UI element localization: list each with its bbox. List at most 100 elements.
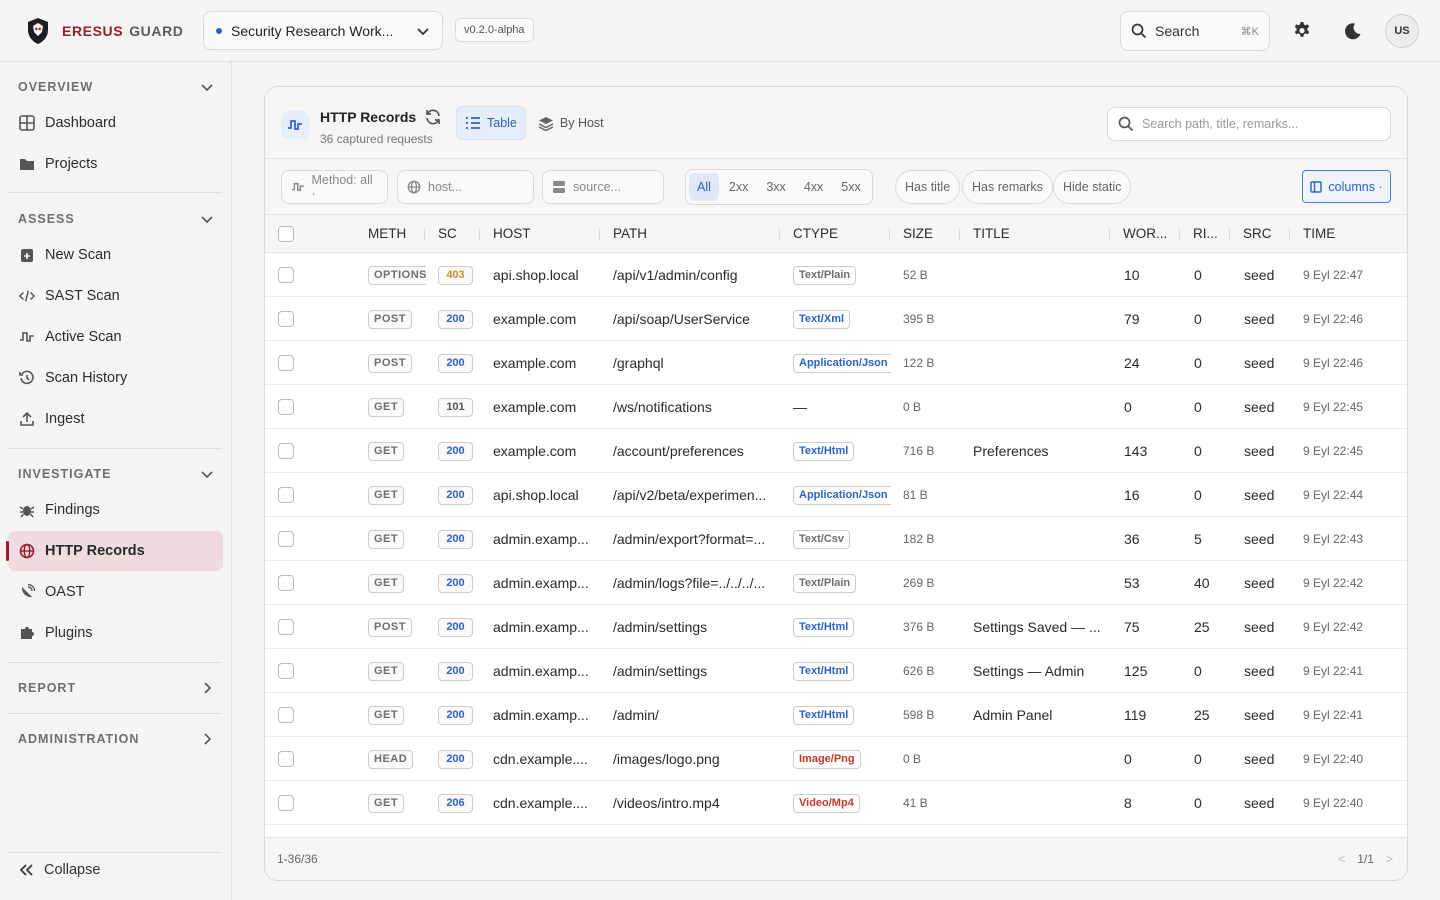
next-page-button[interactable]: > [1386, 852, 1393, 866]
status-4xx-button[interactable]: 4xx [796, 173, 831, 201]
row-checkbox[interactable] [278, 781, 294, 825]
column-source[interactable]: SRC [1243, 215, 1272, 253]
title-cell [973, 385, 1103, 429]
column-ctype[interactable]: CTYPE [793, 215, 838, 253]
host-cell: example.com [493, 355, 577, 371]
row-checkbox[interactable] [278, 561, 294, 605]
sidebar-item-findings[interactable]: Findings [8, 490, 223, 530]
sidebar-item-http-records[interactable]: HTTP Records [6, 531, 223, 571]
row-checkbox[interactable] [278, 473, 294, 517]
host-filter-input[interactable]: host... [397, 170, 534, 204]
method-cell: GET [368, 781, 426, 825]
row-checkbox[interactable] [278, 429, 294, 473]
table-row[interactable]: GET 200 api.shop.local/api/v2/beta/experim… [265, 473, 1407, 517]
sidebar-item-new-scan[interactable]: New Scan [8, 235, 223, 275]
path-cell: /admin/logs?file=../../../... [613, 575, 766, 591]
host-cell: api.shop.local [493, 487, 579, 503]
row-checkbox[interactable] [278, 297, 294, 341]
refresh-icon[interactable] [424, 108, 442, 126]
words-cell: 53 [1124, 575, 1140, 591]
sidebar-item-dashboard[interactable]: Dashboard [8, 103, 223, 143]
table-row[interactable]: GET 101 example.com/ws/notifications — 0 B 0 0… [265, 385, 1407, 429]
table-row[interactable]: GET 200 example.com/account/preferences Tex… [265, 429, 1407, 473]
column-size[interactable]: SIZE [903, 215, 933, 253]
table-row[interactable]: POST 200 admin.examp... /admin/settings Text… [265, 605, 1407, 649]
section-assess[interactable]: ASSESS [18, 212, 214, 226]
section-investigate[interactable]: INVESTIGATE [18, 467, 214, 481]
column-time[interactable]: TIME [1303, 215, 1335, 253]
shield-logo-icon [28, 18, 48, 44]
status-badge: 200 [438, 309, 473, 329]
settings-button[interactable] [1286, 15, 1318, 47]
table-row[interactable]: GET 200 admin.examp... /admin/logs?file=../… [265, 561, 1407, 605]
section-report[interactable]: REPORT [18, 681, 214, 695]
records-table-body: OPTIONS 403 api.shop.local/api/v1/admin/co… [265, 253, 1407, 839]
table-row[interactable]: OPTIONS 403 api.shop.local/api/v1/admin/co… [265, 253, 1407, 297]
time-cell: 9 Eyl 22:45 [1303, 444, 1364, 458]
source-cell: seed [1244, 267, 1275, 283]
sidebar-item-projects[interactable]: Projects [8, 144, 223, 184]
column-words[interactable]: WOR... [1123, 215, 1167, 253]
user-avatar[interactable]: US [1385, 14, 1419, 48]
table-row[interactable]: GET 200 admin.examp... /admin/Text/Html 598 … [265, 693, 1407, 737]
columns-button[interactable]: columns · [1302, 170, 1391, 203]
row-checkbox[interactable] [278, 517, 294, 561]
sidebar-item-active-scan[interactable]: Active Scan [8, 317, 223, 357]
row-checkbox[interactable] [278, 253, 294, 297]
table-row[interactable]: POST 200 example.com/api/soap/UserService T… [265, 297, 1407, 341]
table-row[interactable]: GET 206 cdn.example.... /videos/intro.mp4 Vi… [265, 781, 1407, 825]
collapse-sidebar-button[interactable]: Collapse [18, 862, 100, 878]
select-all-checkbox[interactable] [278, 226, 294, 242]
column-host[interactable]: HOST [493, 215, 531, 253]
sidebar-item-oast[interactable]: OAST [8, 572, 223, 612]
table-row[interactable]: GET 200 admin.examp... /admin/export?format… [265, 517, 1407, 561]
ctype-cell: Text/Html [793, 429, 891, 473]
column-method[interactable]: METH [368, 215, 406, 253]
source-filter-input[interactable]: source... [542, 170, 664, 204]
tab-table[interactable]: Table [456, 106, 526, 140]
words-cell: 36 [1124, 531, 1140, 547]
prev-page-button[interactable]: < [1338, 852, 1345, 866]
status-3xx-button[interactable]: 3xx [758, 173, 793, 201]
table-row[interactable]: POST 200 example.com/graphql Application/Js… [265, 341, 1407, 385]
row-checkbox[interactable] [278, 341, 294, 385]
workspace-status-dot [216, 27, 222, 34]
global-search-button[interactable]: Search ⌘K [1120, 11, 1270, 51]
method-filter[interactable]: Method: all · [281, 170, 388, 204]
table-row[interactable]: GET 200 admin.examp... /admin/settings Text/… [265, 649, 1407, 693]
row-checkbox[interactable] [278, 605, 294, 649]
row-checkbox[interactable] [278, 693, 294, 737]
brand[interactable]: ERESUS GUARD [26, 17, 184, 45]
column-divider [889, 228, 890, 240]
section-administration[interactable]: ADMINISTRATION [18, 732, 214, 746]
record-range: 1-36/36 [277, 852, 318, 866]
row-checkbox[interactable] [278, 385, 294, 429]
section-overview[interactable]: OVERVIEW [18, 80, 214, 94]
host-cell: admin.examp... [493, 707, 589, 723]
status-2xx-button[interactable]: 2xx [721, 173, 756, 201]
has-title-toggle[interactable]: Has title [895, 170, 961, 204]
ctype-cell: Text/Xml [793, 297, 891, 341]
workspace-selector[interactable]: Security Research Work... [203, 11, 443, 50]
sidebar-divider [8, 448, 222, 449]
column-title[interactable]: TITLE [973, 215, 1010, 253]
sidebar-item-sast-scan[interactable]: SAST Scan [8, 276, 223, 316]
column-path[interactable]: PATH [613, 215, 647, 253]
sidebar-item-ingest[interactable]: Ingest [8, 399, 223, 439]
status-5xx-button[interactable]: 5xx [833, 173, 868, 201]
sidebar-item-plugins[interactable]: Plugins [8, 613, 223, 653]
words-cell: 143 [1124, 443, 1148, 459]
sidebar-item-scan-history[interactable]: Scan History [8, 358, 223, 398]
row-checkbox[interactable] [278, 649, 294, 693]
status-all-button[interactable]: All [689, 173, 719, 201]
column-status[interactable]: SC [438, 215, 457, 253]
hide-static-toggle[interactable]: Hide static [1053, 170, 1132, 204]
records-search-input[interactable]: Search path, title, remarks... [1107, 107, 1391, 141]
has-remarks-toggle[interactable]: Has remarks [962, 170, 1053, 204]
table-row[interactable]: HEAD 200 cdn.example.... /images/logo.png Im… [265, 737, 1407, 781]
theme-toggle[interactable] [1337, 15, 1369, 47]
column-risk[interactable]: RI... [1193, 215, 1218, 253]
row-checkbox[interactable] [278, 737, 294, 781]
status-badge: 200 [438, 485, 473, 505]
tab-by-host[interactable]: By Host [530, 106, 612, 140]
